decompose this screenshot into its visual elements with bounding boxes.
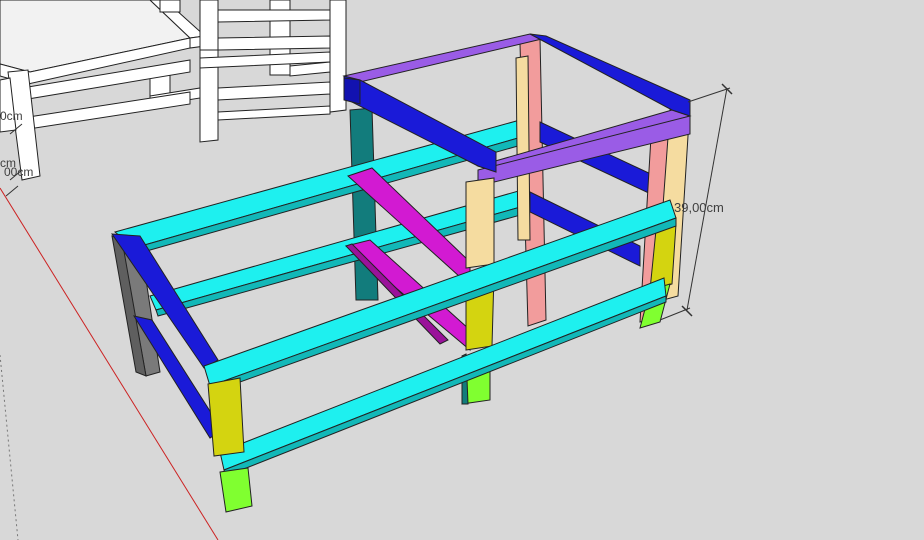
post-cream-back[interactable] [515, 55, 531, 241]
dimension-label-left-1[interactable]: 0cm [0, 109, 23, 123]
post-cream-mid[interactable] [465, 177, 495, 269]
post-yellow-front[interactable] [207, 377, 245, 457]
foot-lime-front[interactable] [219, 467, 253, 513]
model-viewport[interactable]: 39,00cm 0cm cm 00cm [0, 0, 924, 540]
dimension-label-height[interactable]: 39,00cm [674, 201, 724, 215]
model-scene[interactable] [0, 0, 924, 540]
dimension-label-left-3[interactable]: 00cm [4, 165, 33, 179]
